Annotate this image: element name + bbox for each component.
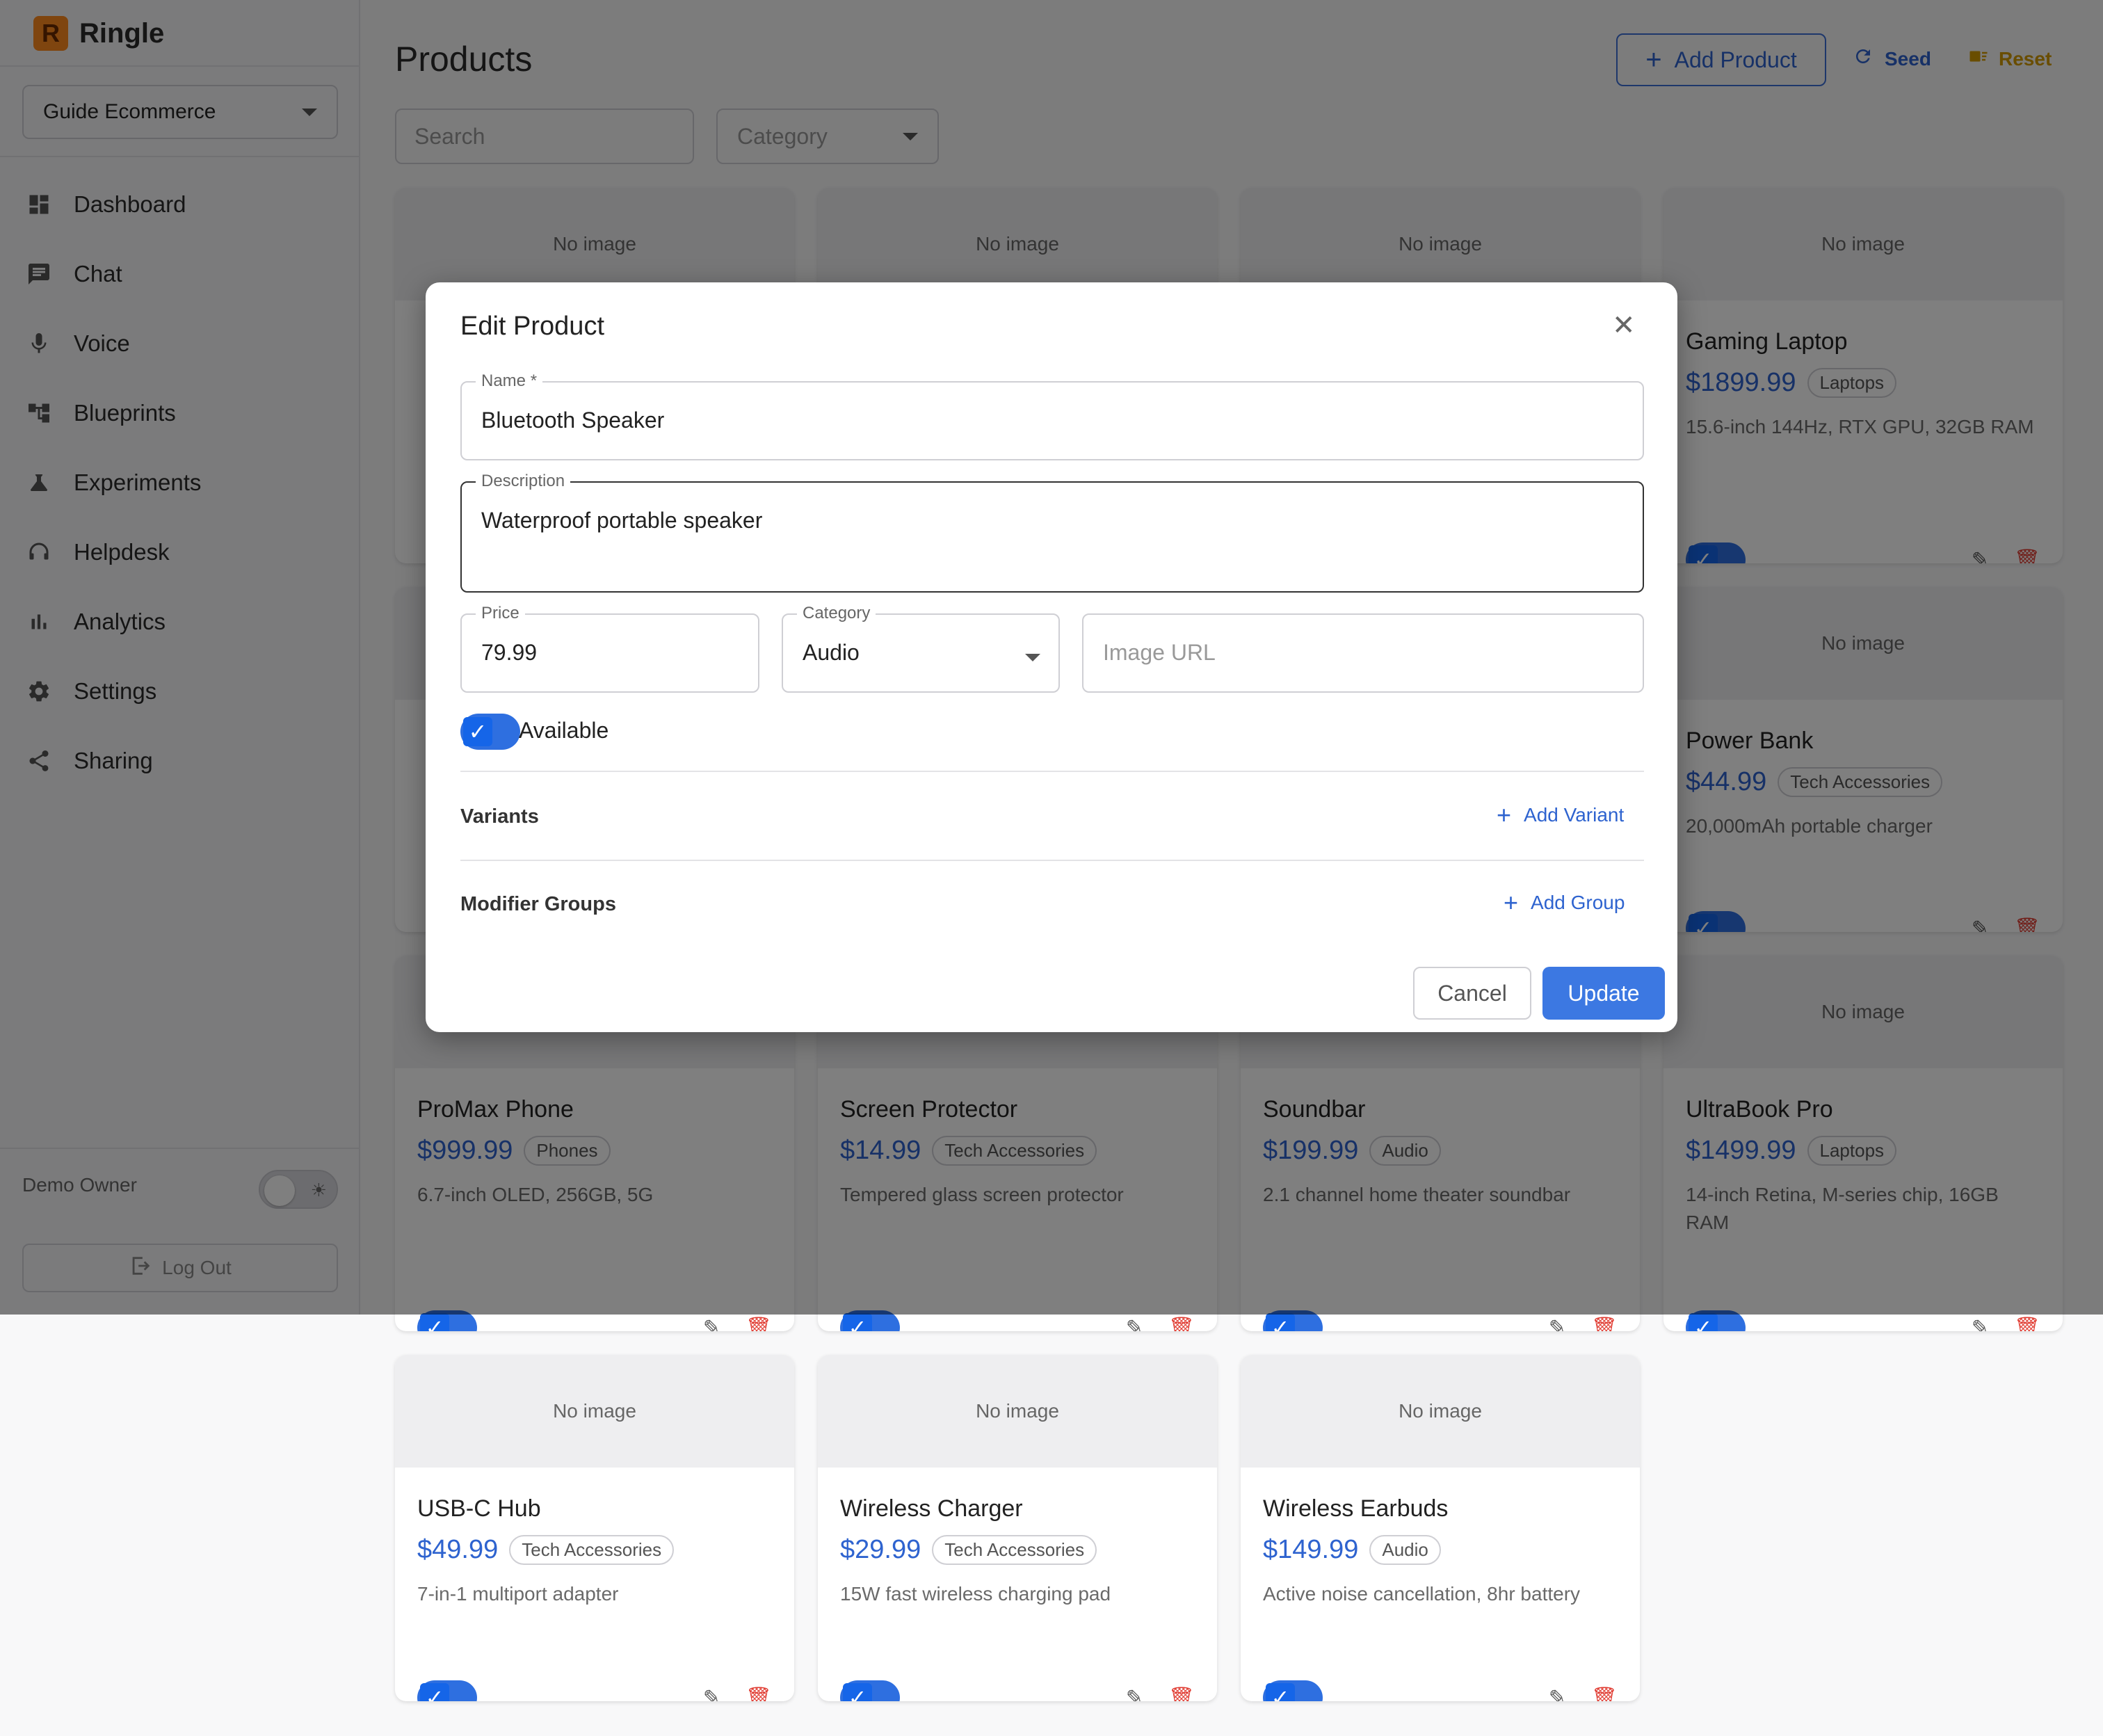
dialog-title: Edit Product [460,312,604,341]
product-name: Wireless Earbuds [1263,1495,1449,1522]
add-variant-label: Add Variant [1524,804,1625,826]
plus-icon: + [1504,888,1519,917]
product-card-icons: ✎ 🗑 [703,1316,772,1332]
name-field-value: Bluetooth Speaker [481,408,665,433]
product-card-body: USB-C Hub $49.99 Tech Accessories 7-in-1… [395,1495,794,1701]
available-label: Available [519,718,609,743]
name-field-label: Name * [476,371,543,391]
product-image-placeholder: No image [395,1355,794,1468]
product-card-icons: ✎ 🗑 [1549,1316,1618,1332]
product-card-icons: ✎ 🗑 [1549,1686,1618,1702]
edit-icon[interactable]: ✎ [1549,1686,1566,1702]
edit-icon[interactable]: ✎ [703,1686,720,1702]
delete-icon[interactable]: 🗑 [746,1686,772,1702]
delete-icon[interactable]: 🗑 [1168,1316,1195,1332]
add-group-button[interactable]: + Add Group [1504,888,1625,917]
product-image-placeholder: No image [818,1355,1217,1468]
product-card-icons: ✎ 🗑 [1126,1316,1195,1332]
price-field[interactable]: Price 79.99 [460,604,759,693]
product-card-icons: ✎ 🗑 [1126,1686,1195,1702]
available-toggle[interactable]: ✓ [1263,1680,1323,1701]
check-icon: ✓ [1689,1313,1718,1331]
chevron-down-icon [1025,654,1040,661]
product-card-actions: ✓ ✎ 🗑 [417,1680,772,1701]
description-field[interactable]: Description Waterproof portable speaker [460,472,1644,593]
product-name: USB-C Hub [417,1495,541,1522]
edit-icon[interactable]: ✎ [1126,1316,1143,1332]
image-url-placeholder: Image URL [1103,640,1216,665]
check-icon: ✓ [463,717,492,746]
edit-icon[interactable]: ✎ [703,1316,720,1332]
add-group-label: Add Group [1531,892,1625,913]
category-chip: Audio [1369,1535,1441,1565]
delete-icon[interactable]: 🗑 [1591,1686,1618,1702]
product-card-actions: ✓ ✎ 🗑 [840,1680,1195,1701]
product-card-body: Wireless Earbuds $149.99 Audio Active no… [1241,1495,1640,1701]
description-field-label: Description [476,472,571,491]
check-icon: ✓ [420,1313,449,1331]
product-description: Active noise cancellation, 8hr battery [1263,1583,1581,1605]
close-icon[interactable]: ✕ [1612,312,1636,339]
delete-icon[interactable]: 🗑 [2014,1316,2040,1332]
product-card: No image Wireless Earbuds $149.99 Audio … [1241,1355,1640,1701]
check-icon: ✓ [1266,1683,1295,1701]
variants-title: Variants [460,805,539,828]
check-icon: ✓ [843,1313,872,1331]
update-button[interactable]: Update [1542,967,1665,1020]
delete-icon[interactable]: 🗑 [1591,1316,1618,1332]
image-url-field[interactable]: Image URL [1082,613,1644,693]
product-price-line: $149.99 Audio [1263,1535,1618,1565]
product-description: 15W fast wireless charging pad [840,1583,1111,1605]
check-icon: ✓ [1266,1313,1295,1331]
delete-icon[interactable]: 🗑 [1168,1686,1195,1702]
section-divider [460,771,1644,772]
edit-product-dialog: Edit Product ✕ Name * Bluetooth Speaker … [426,282,1677,1032]
product-card-actions: ✓ ✎ 🗑 [1263,1680,1618,1701]
edit-icon[interactable]: ✎ [1972,1316,1989,1332]
available-toggle[interactable]: ✓ [417,1680,477,1701]
section-divider [460,860,1644,861]
check-icon: ✓ [420,1683,449,1701]
product-card: No image USB-C Hub $49.99 Tech Accessori… [395,1355,794,1701]
product-description: 7-in-1 multiport adapter [417,1583,619,1605]
app-root: R Ringle Guide Ecommerce Dashboard Chat [0,0,2103,1736]
product-card-body: Wireless Charger $29.99 Tech Accessories… [818,1495,1217,1701]
edit-icon[interactable]: ✎ [1549,1316,1566,1332]
category-chip: Tech Accessories [509,1535,675,1565]
available-toggle[interactable]: ✓ [840,1680,900,1701]
check-icon: ✓ [843,1683,872,1701]
category-chip: Tech Accessories [932,1535,1097,1565]
description-field-value: Waterproof portable speaker [481,508,763,533]
product-price-line: $49.99 Tech Accessories [417,1535,772,1565]
category-select-value: Audio [803,640,860,665]
product-price-line: $29.99 Tech Accessories [840,1535,1195,1565]
edit-icon[interactable]: ✎ [1126,1686,1143,1702]
add-variant-button[interactable]: + Add Variant [1497,801,1625,829]
product-price: $149.99 [1263,1535,1359,1564]
cancel-button[interactable]: Cancel [1413,967,1531,1020]
category-select-label: Category [797,604,876,623]
delete-icon[interactable]: 🗑 [746,1316,772,1332]
product-name: Wireless Charger [840,1495,1023,1522]
price-field-label: Price [476,604,525,623]
product-card: No image Wireless Charger $29.99 Tech Ac… [818,1355,1217,1701]
product-card-icons: ✎ 🗑 [703,1686,772,1702]
product-price: $49.99 [417,1535,499,1564]
name-field[interactable]: Name * Bluetooth Speaker [460,371,1644,460]
product-price: $29.99 [840,1535,921,1564]
product-card-icons: ✎ 🗑 [1972,1316,2040,1332]
category-select[interactable]: Category Audio [782,604,1060,693]
modifier-groups-title: Modifier Groups [460,893,616,915]
product-image-placeholder: No image [1241,1355,1640,1468]
price-field-value: 79.99 [481,640,538,665]
plus-icon: + [1497,801,1512,829]
available-switch[interactable]: ✓ [460,714,520,750]
